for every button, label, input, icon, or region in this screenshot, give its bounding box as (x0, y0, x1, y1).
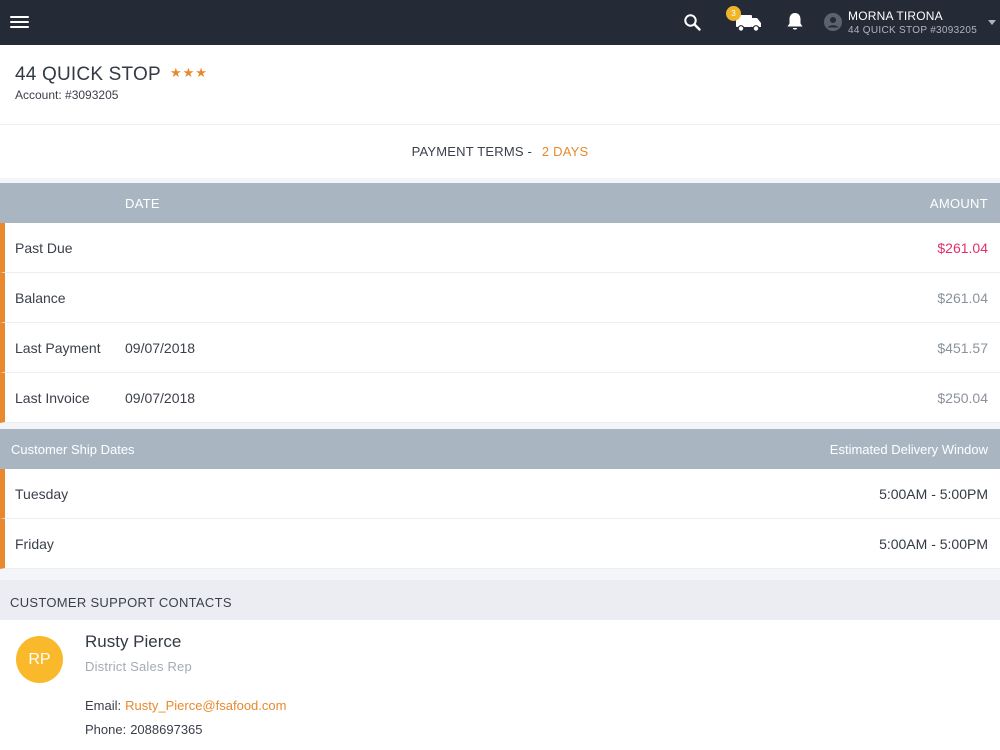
user-name: MORNA TIRONA (848, 9, 943, 23)
row-label: Balance (15, 290, 66, 306)
contact-role: District Sales Rep (85, 659, 192, 674)
billing-row-last-payment[interactable]: Last Payment 09/07/2018 $451.57 (0, 323, 1000, 373)
ship-dates-table-header: Customer Ship Dates Estimated Delivery W… (0, 429, 1000, 469)
caret-down-icon (988, 20, 996, 25)
avatar: RP (16, 636, 63, 683)
menu-icon[interactable] (10, 13, 30, 31)
search-icon[interactable] (683, 13, 702, 32)
bell-icon[interactable] (786, 12, 804, 32)
contact-name: Rusty Pierce (85, 632, 182, 651)
date-column-header: DATE (125, 196, 160, 211)
amount-column-header: AMOUNT (929, 196, 988, 211)
billing-row-last-invoice[interactable]: Last Invoice 09/07/2018 $250.04 (0, 373, 1000, 423)
payment-terms-label: PAYMENT TERMS - (411, 144, 533, 159)
store-title: 44 QUICK STOP (15, 64, 161, 85)
contact-email-line: Email: Rusty_Pierce@fsafood.com (85, 698, 286, 713)
truck-icon (736, 14, 762, 37)
divider (0, 569, 1000, 580)
row-date: 09/07/2018 (125, 340, 196, 356)
ship-day: Friday (15, 536, 54, 552)
email-link[interactable]: Rusty_Pierce@fsafood.com (125, 698, 286, 713)
payment-terms-value: 2 DAYS (541, 144, 589, 159)
delivery-window: 5:00AM - 5:00PM (879, 486, 988, 502)
billing-row-balance[interactable]: Balance $261.04 (0, 273, 1000, 323)
phone-number[interactable]: 2088697365 (130, 722, 202, 737)
delivery-truck-button[interactable]: 3 (726, 6, 762, 36)
row-amount: $261.04 (937, 240, 988, 256)
store-account-number: Account: #3093205 (15, 88, 119, 102)
row-amount: $451.57 (937, 340, 988, 356)
ship-row-tuesday[interactable]: Tuesday 5:00AM - 5:00PM (0, 469, 1000, 519)
support-contacts-heading: CUSTOMER SUPPORT CONTACTS (0, 580, 1000, 620)
payment-terms: PAYMENT TERMS - 2 DAYS (0, 126, 1000, 178)
ship-day: Tuesday (15, 486, 69, 502)
store-header: 44 QUICK STOP ★★★ Account: #3093205 (0, 45, 1000, 125)
delivery-window: 5:00AM - 5:00PM (879, 536, 988, 552)
row-amount: $250.04 (937, 390, 988, 406)
user-account-menu[interactable]: MORNA TIRONA 44 QUICK STOP #3093205 (822, 7, 1000, 39)
user-account-number: 44 QUICK STOP #3093205 (848, 25, 978, 36)
delivery-window-column-header: Estimated Delivery Window (829, 442, 988, 457)
row-label: Last Payment (15, 340, 101, 356)
row-label: Last Invoice (15, 390, 90, 406)
email-label: Email: (85, 698, 122, 713)
row-label: Past Due (15, 240, 73, 256)
billing-row-past-due[interactable]: Past Due $261.04 (0, 223, 1000, 273)
billing-table-header: DATE AMOUNT (0, 183, 1000, 223)
ship-row-friday[interactable]: Friday 5:00AM - 5:00PM (0, 519, 1000, 569)
truck-count-badge: 3 (726, 6, 741, 21)
row-amount: $261.04 (937, 290, 988, 306)
store-rating-stars: ★★★ (170, 65, 208, 80)
ship-dates-column-header: Customer Ship Dates (11, 442, 135, 457)
user-icon (824, 13, 842, 31)
top-navigation-bar: 3 MORNA TIRONA 44 QUICK STOP #3093205 (0, 0, 1000, 45)
contact-phone-line: Phone: 2088697365 (85, 722, 203, 737)
row-date: 09/07/2018 (125, 390, 196, 406)
contact-card: RP Rusty Pierce District Sales Rep Email… (0, 620, 1000, 750)
phone-label: Phone: (85, 722, 127, 737)
